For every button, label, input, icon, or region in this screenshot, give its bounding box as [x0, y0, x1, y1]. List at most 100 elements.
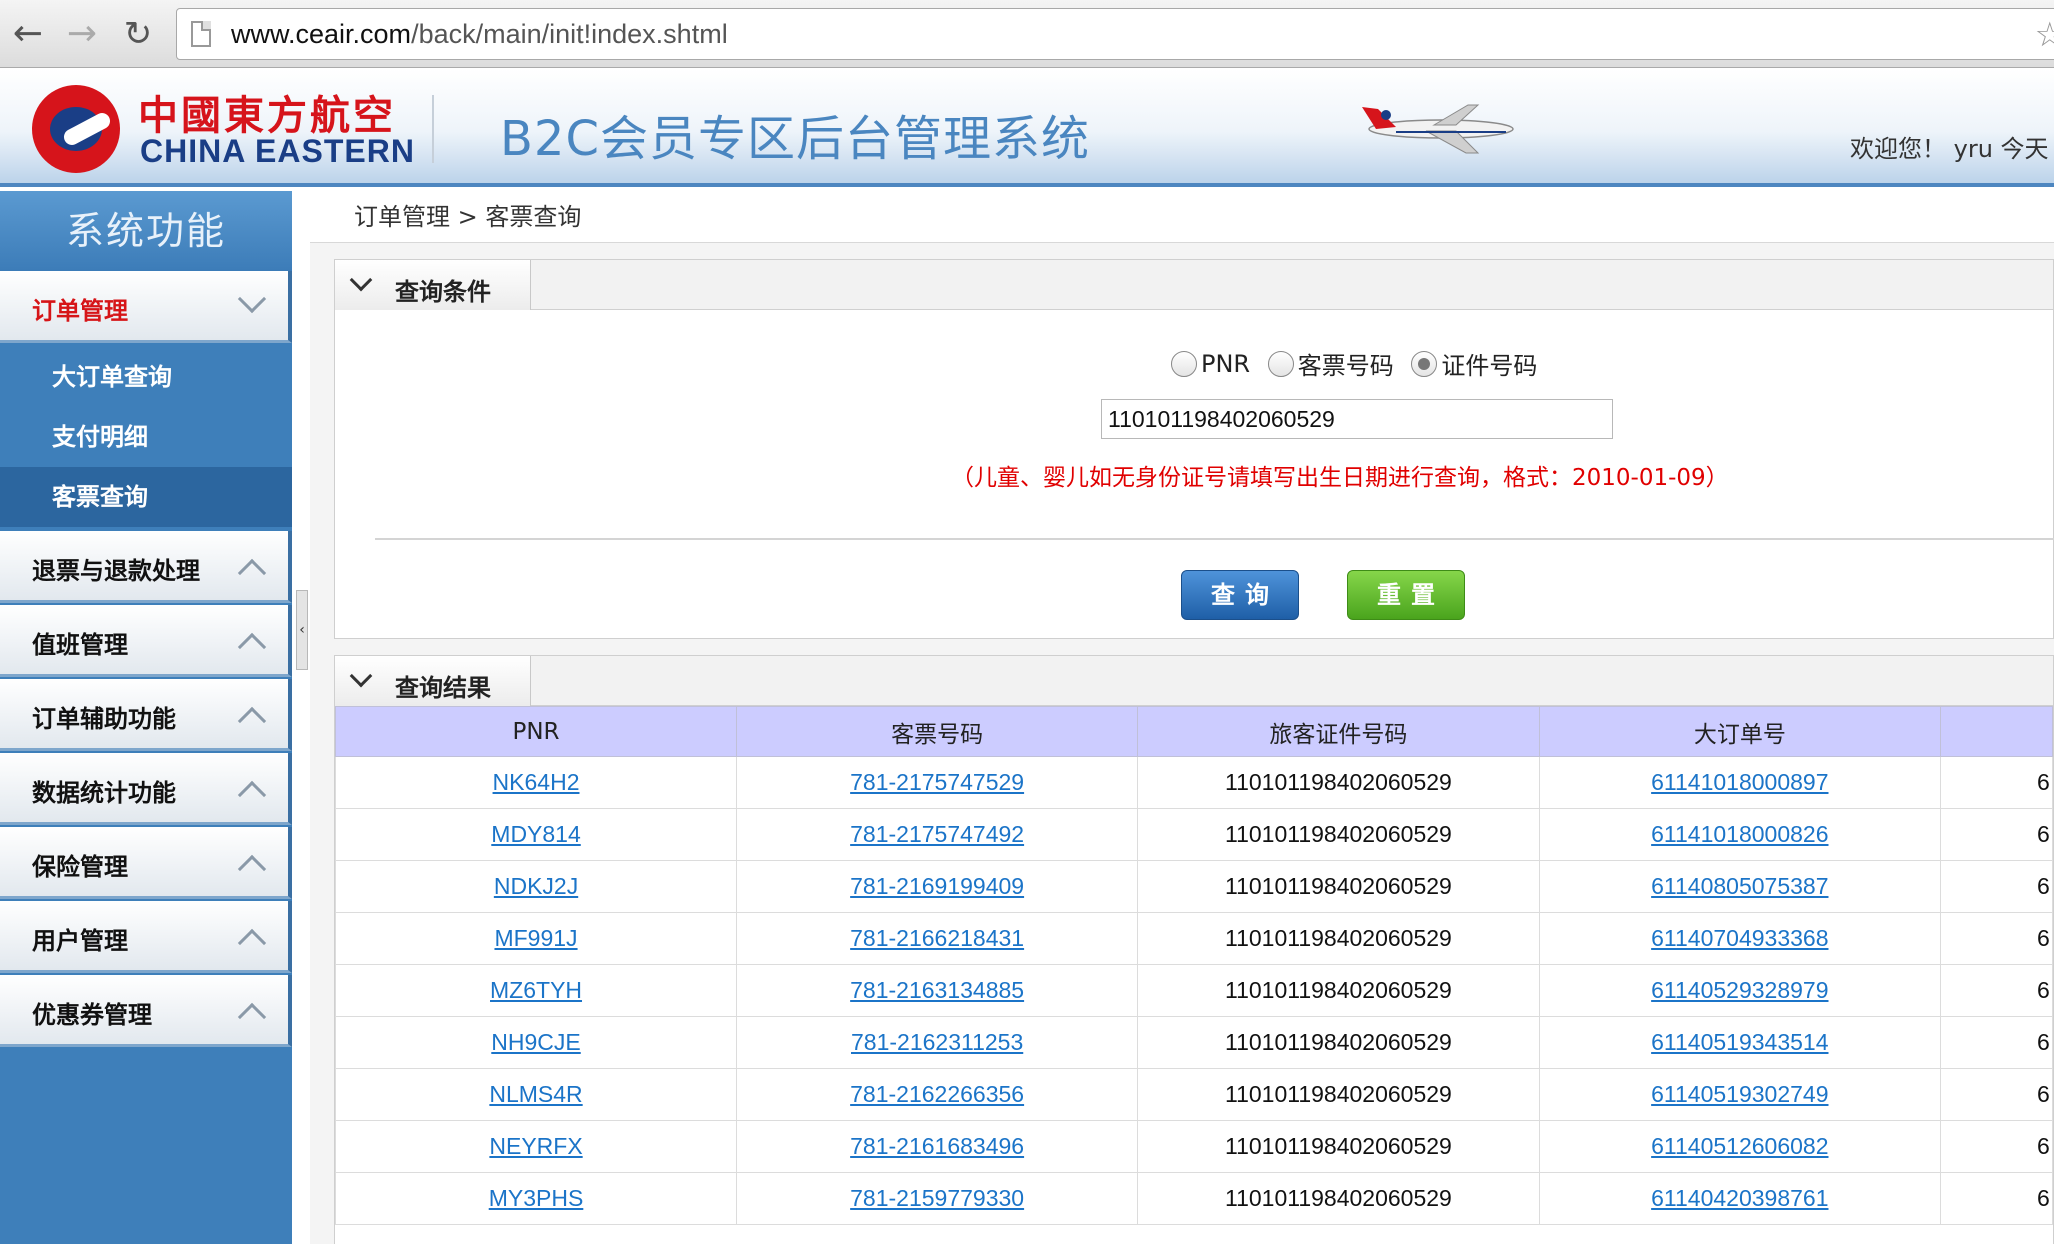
ticket-number-link[interactable]: 781-2166218431 — [736, 912, 1139, 965]
table-row: NK64H2 781-2175747529 110101198402060529… — [334, 756, 2054, 809]
radio-pnr[interactable] — [1171, 350, 1197, 377]
menu-duty-management[interactable]: 值班管理 — [0, 605, 292, 677]
table-row: NLMS4R 781-2162266356 110101198402060529… — [334, 1068, 2054, 1121]
table-row: MF991J 781-2166218431 110101198402060529… — [334, 912, 2054, 965]
header-divider — [432, 95, 434, 163]
results-table: PNR 客票号码 旅客证件号码 大订单号 NK64H2 781-21757475… — [334, 706, 2054, 1225]
sidebar-title: 系统功能 — [0, 191, 292, 271]
truncated-cell: 6 — [1939, 1120, 2054, 1173]
menu-insurance[interactable]: 保险管理 — [0, 827, 292, 899]
menu-statistics[interactable]: 数据统计功能 — [0, 753, 292, 825]
menu-label: 值班管理 — [32, 631, 128, 659]
panel-header: 查询结果 — [335, 656, 2053, 706]
big-order-link[interactable]: 61140420398761 — [1538, 1172, 1941, 1225]
pnr-link[interactable]: MDY814 — [334, 808, 738, 861]
reset-button[interactable]: 重置 — [1347, 570, 1465, 620]
passenger-id-cell: 110101198402060529 — [1137, 1016, 1540, 1069]
table-row: NH9CJE 781-2162311253 110101198402060529… — [334, 1016, 2054, 1069]
results-body: NK64H2 781-2175747529 110101198402060529… — [334, 756, 2054, 1225]
column-header-ticket-number: 客票号码 — [736, 706, 1139, 757]
pnr-link[interactable]: NH9CJE — [334, 1016, 738, 1069]
pnr-link[interactable]: NK64H2 — [334, 756, 738, 809]
big-order-link[interactable]: 61141018000826 — [1538, 808, 1941, 861]
chevron-up-icon — [237, 1002, 267, 1032]
chevron-down-icon — [349, 664, 373, 688]
address-bar[interactable]: www.ceair.com/back/main/init!index.shtml… — [176, 8, 2054, 60]
ticket-number-link[interactable]: 781-2162266356 — [736, 1068, 1139, 1121]
url-text[interactable]: www.ceair.com/back/main/init!index.shtml — [231, 19, 728, 50]
big-order-link[interactable]: 61140805075387 — [1538, 860, 1941, 913]
pnr-link[interactable]: NLMS4R — [334, 1068, 738, 1121]
bookmark-star-icon[interactable]: ☆ — [2035, 15, 2054, 55]
chevron-down-icon — [349, 268, 373, 292]
search-type-radio-group: PNR 客票号码 证件号码 — [1171, 346, 1547, 381]
table-row: MY3PHS 781-2159779330 110101198402060529… — [334, 1172, 2054, 1225]
results-panel-toggle[interactable]: 查询结果 — [335, 656, 531, 706]
menu-coupon-management[interactable]: 优惠券管理 — [0, 975, 292, 1047]
order-submenu: 大订单查询 支付明细 客票查询 — [0, 345, 292, 531]
url-host: www.ceair.com — [231, 19, 412, 49]
ticket-number-link[interactable]: 781-2175747529 — [736, 756, 1139, 809]
ticket-number-link[interactable]: 781-2169199409 — [736, 860, 1139, 913]
welcome-text: 欢迎您！ yru 今天 — [1850, 135, 2049, 163]
sidebar-item-payment-details[interactable]: 支付明细 — [0, 407, 292, 467]
pnr-link[interactable]: MZ6TYH — [334, 964, 738, 1017]
sidebar-item-big-order-query[interactable]: 大订单查询 — [0, 347, 292, 407]
chevron-up-icon — [237, 632, 267, 662]
divider — [375, 538, 2054, 540]
big-order-link[interactable]: 61140512606082 — [1538, 1120, 1941, 1173]
ticket-number-link[interactable]: 781-2162311253 — [736, 1016, 1139, 1069]
ticket-number-link[interactable]: 781-2163134885 — [736, 964, 1139, 1017]
passenger-id-cell: 110101198402060529 — [1137, 1172, 1540, 1225]
forward-arrow-icon[interactable]: → — [60, 12, 104, 56]
truncated-cell: 6 — [1939, 1172, 2054, 1225]
big-order-link[interactable]: 61140704933368 — [1538, 912, 1941, 965]
reload-icon[interactable]: ↻ — [116, 12, 160, 56]
big-order-link[interactable]: 61140529328979 — [1538, 964, 1941, 1017]
truncated-cell: 6 — [1939, 860, 2054, 913]
pnr-link[interactable]: NDKJ2J — [334, 860, 738, 913]
menu-order-assist[interactable]: 订单辅助功能 — [0, 679, 292, 751]
search-button[interactable]: 查询 — [1181, 570, 1299, 620]
site-header: 中國東方航空 CHINA EASTERN B2C会员专区后台管理系统 欢迎您！ … — [0, 69, 2054, 187]
menu-refund-processing[interactable]: 退票与退款处理 — [0, 531, 292, 603]
table-row: NEYRFX 781-2161683496 110101198402060529… — [334, 1120, 2054, 1173]
passenger-id-cell: 110101198402060529 — [1137, 808, 1540, 861]
truncated-cell: 6 — [1939, 1016, 2054, 1069]
truncated-cell: 6 — [1939, 756, 2054, 809]
column-header-pnr: PNR — [334, 706, 738, 757]
big-order-link[interactable]: 61140519302749 — [1538, 1068, 1941, 1121]
menu-user-management[interactable]: 用户管理 — [0, 901, 292, 973]
table-row: MDY814 781-2175747492 110101198402060529… — [334, 808, 2054, 861]
big-order-link[interactable]: 61141018000897 — [1538, 756, 1941, 809]
menu-label: 优惠券管理 — [32, 1001, 152, 1029]
radio-ticket-number[interactable] — [1267, 350, 1294, 377]
id-number-input[interactable] — [1101, 399, 1613, 439]
china-eastern-logo-icon[interactable] — [32, 85, 120, 173]
query-panel-toggle[interactable]: 查询条件 — [335, 260, 531, 310]
column-header-big-order-number: 大订单号 — [1538, 706, 1941, 757]
pnr-link[interactable]: MF991J — [334, 912, 738, 965]
logo-english-text: CHINA EASTERN — [140, 133, 415, 169]
ticket-number-link[interactable]: 781-2161683496 — [736, 1120, 1139, 1173]
chevron-up-icon — [237, 928, 267, 958]
table-row: NDKJ2J 781-2169199409 110101198402060529… — [334, 860, 2054, 913]
ticket-number-link[interactable]: 781-2175747492 — [736, 808, 1139, 861]
sidebar-item-ticket-query[interactable]: 客票查询 — [0, 467, 292, 527]
radio-id-number[interactable] — [1411, 350, 1438, 377]
breadcrumb: 订单管理 > 客票查询 — [310, 191, 2054, 243]
panel-title: 查询结果 — [395, 674, 491, 702]
pnr-link[interactable]: MY3PHS — [334, 1172, 738, 1225]
page-icon — [191, 21, 211, 47]
sidebar-collapse-handle[interactable]: ‹ — [296, 590, 308, 670]
big-order-link[interactable]: 61140519343514 — [1538, 1016, 1941, 1069]
table-header-row: PNR 客票号码 旅客证件号码 大订单号 — [334, 706, 2054, 757]
table-row: MZ6TYH 781-2163134885 110101198402060529… — [334, 964, 2054, 1017]
radio-label-id-number: 证件号码 — [1441, 352, 1538, 380]
menu-order-management[interactable]: 订单管理 — [0, 271, 292, 343]
column-header-truncated — [1939, 706, 2054, 757]
back-arrow-icon[interactable]: ← — [6, 12, 50, 56]
passenger-id-cell: 110101198402060529 — [1137, 912, 1540, 965]
ticket-number-link[interactable]: 781-2159779330 — [736, 1172, 1139, 1225]
pnr-link[interactable]: NEYRFX — [334, 1120, 738, 1173]
